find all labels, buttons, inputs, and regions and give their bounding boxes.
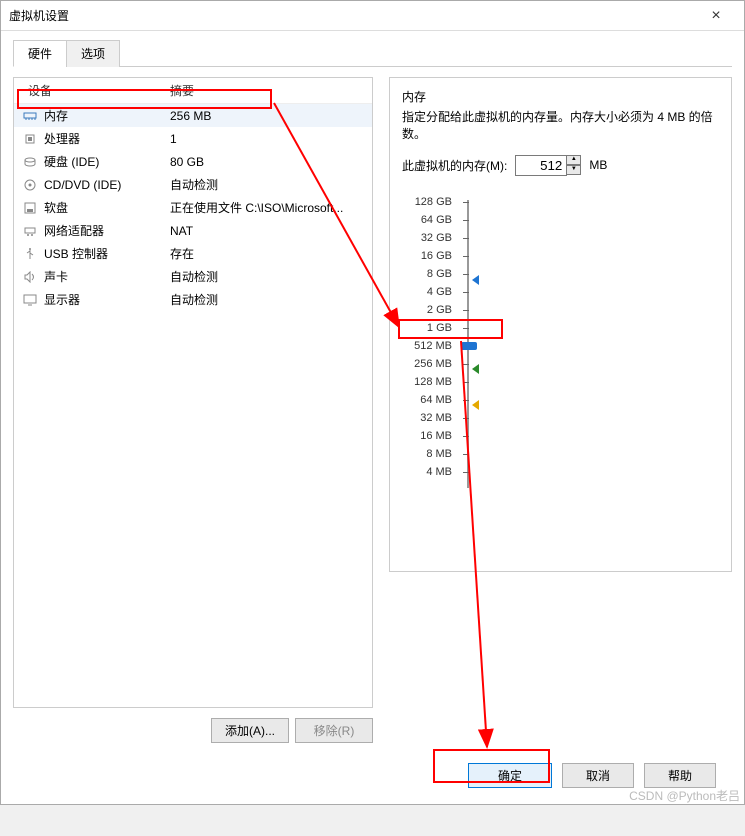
device-name: 显示器	[44, 291, 170, 308]
window-title: 虚拟机设置	[9, 7, 696, 24]
slider-tick: 512 MB	[402, 340, 452, 358]
slider-tick: 8 GB	[402, 268, 452, 286]
memory-desc: 指定分配给此虚拟机的内存量。内存大小必须为 4 MB 的倍数。	[402, 109, 719, 143]
device-summary: 80 GB	[170, 155, 364, 169]
tab-options[interactable]: 选项	[66, 40, 120, 67]
close-icon[interactable]: ×	[696, 7, 736, 25]
slider-tick: 4 MB	[402, 466, 452, 484]
device-row-usb[interactable]: USB 控制器 存在	[14, 242, 372, 265]
slider-tick: 16 GB	[402, 250, 452, 268]
device-summary: 自动检测	[170, 176, 364, 193]
device-summary: 1	[170, 132, 364, 146]
cancel-button[interactable]: 取消	[562, 763, 634, 788]
device-name: USB 控制器	[44, 245, 170, 262]
device-row-memory[interactable]: 内存 256 MB	[14, 104, 372, 127]
tab-hardware[interactable]: 硬件	[13, 40, 67, 67]
slider-tick: 16 MB	[402, 430, 452, 448]
device-row-display[interactable]: 显示器 自动检测	[14, 288, 372, 311]
device-name: 处理器	[44, 130, 170, 147]
slider-tick: 128 GB	[402, 196, 452, 214]
device-summary: 256 MB	[170, 109, 364, 123]
device-summary: 正在使用文件 C:\ISO\Microsoft...	[170, 199, 364, 216]
tabs: 硬件 选项	[13, 39, 732, 67]
display-icon	[22, 293, 38, 307]
pointer-min-icon	[472, 400, 479, 410]
device-summary: NAT	[170, 224, 364, 238]
memory-input[interactable]	[515, 155, 567, 176]
slider-tick: 1 GB	[402, 322, 452, 340]
add-button[interactable]: 添加(A)...	[211, 718, 289, 743]
slider-tick: 128 MB	[402, 376, 452, 394]
device-name: 网络适配器	[44, 222, 170, 239]
device-name: CD/DVD (IDE)	[44, 178, 170, 192]
column-summary: 摘要	[170, 82, 364, 99]
slider-tick: 32 MB	[402, 412, 452, 430]
slider-tick: 2 GB	[402, 304, 452, 322]
sound-icon	[22, 270, 38, 284]
device-name: 声卡	[44, 268, 170, 285]
floppy-icon	[22, 201, 38, 215]
slider-tick: 64 MB	[402, 394, 452, 412]
slider-tick: 32 GB	[402, 232, 452, 250]
help-button[interactable]: 帮助	[644, 763, 716, 788]
remove-button[interactable]: 移除(R)	[295, 718, 373, 743]
slider-thumb-icon[interactable]	[461, 342, 477, 350]
device-row-network[interactable]: 网络适配器 NAT	[14, 219, 372, 242]
device-name: 内存	[44, 107, 170, 124]
device-row-floppy[interactable]: 软盘 正在使用文件 C:\ISO\Microsoft...	[14, 196, 372, 219]
memory-unit: MB	[589, 158, 607, 172]
usb-icon	[22, 247, 38, 261]
device-row-cpu[interactable]: 处理器 1	[14, 127, 372, 150]
memory-title: 内存	[402, 88, 719, 105]
cpu-icon	[22, 132, 38, 146]
device-summary: 自动检测	[170, 268, 364, 285]
slider-tick: 256 MB	[402, 358, 452, 376]
device-row-sound[interactable]: 声卡 自动检测	[14, 265, 372, 288]
pointer-rec-icon	[472, 364, 479, 374]
memory-label: 此虚拟机的内存(M):	[402, 157, 507, 174]
memory-slider[interactable]	[458, 194, 480, 524]
column-device: 设备	[22, 82, 170, 99]
slider-ticks: 128 GB64 GB32 GB16 GB8 GB4 GB2 GB1 GB512…	[402, 194, 458, 524]
spin-up-icon[interactable]: ▲	[566, 155, 581, 165]
disk-icon	[22, 155, 38, 169]
slider-tick: 64 GB	[402, 214, 452, 232]
network-icon	[22, 224, 38, 238]
slider-tick: 4 GB	[402, 286, 452, 304]
device-list: 设备 摘要 内存 256 MB 处理器 1	[13, 77, 373, 708]
watermark: CSDN @Python老吕	[629, 787, 740, 804]
device-row-cd[interactable]: CD/DVD (IDE) 自动检测	[14, 173, 372, 196]
device-summary: 存在	[170, 245, 364, 262]
pointer-max-icon	[472, 275, 479, 285]
device-summary: 自动检测	[170, 291, 364, 308]
spin-down-icon[interactable]: ▼	[566, 165, 581, 175]
device-name: 软盘	[44, 199, 170, 216]
slider-tick: 8 MB	[402, 448, 452, 466]
ok-button[interactable]: 确定	[468, 763, 552, 788]
device-row-disk[interactable]: 硬盘 (IDE) 80 GB	[14, 150, 372, 173]
slider-legend: 最大建议内存 （超出此大小可能发生内存交换。） 6.2 GB 建议内存 256 …	[480, 194, 719, 524]
device-name: 硬盘 (IDE)	[44, 153, 170, 170]
cd-icon	[22, 178, 38, 192]
memory-icon	[22, 109, 38, 123]
